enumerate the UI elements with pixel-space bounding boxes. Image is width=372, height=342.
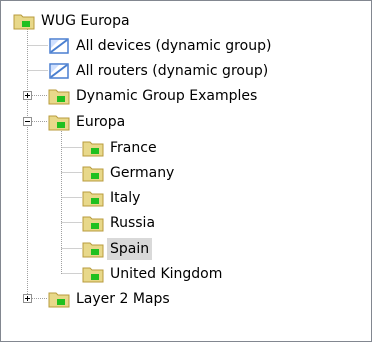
folder-icon xyxy=(82,191,104,207)
tree-item-all-devices[interactable]: All devices (dynamic group) xyxy=(48,34,274,58)
folder-icon xyxy=(82,267,104,283)
tree-item-dynamic-group-examples[interactable]: Dynamic Group Examples xyxy=(48,84,260,108)
tree-item-spain[interactable]: Spain xyxy=(82,237,153,261)
expand-layer-2-maps[interactable] xyxy=(23,294,32,303)
tree-item-label: All routers (dynamic group) xyxy=(76,63,269,79)
tree-item-label: WUG Europa xyxy=(41,13,130,29)
tree-item-all-routers[interactable]: All routers (dynamic group) xyxy=(48,59,271,83)
folder-icon xyxy=(82,141,104,157)
tree-item-germany[interactable]: Germany xyxy=(82,161,177,185)
expand-dynamic-group-examples[interactable] xyxy=(23,91,32,100)
tree-item-label: Europa xyxy=(76,114,126,130)
tree-item-label: Germany xyxy=(110,165,175,181)
tree-item-label: Layer 2 Maps xyxy=(76,291,170,307)
tree-item-label-selected: Spain xyxy=(107,238,153,260)
tree-item-label: Dynamic Group Examples xyxy=(76,88,258,104)
tree-item-wug-europa[interactable]: WUG Europa xyxy=(13,9,133,33)
folder-icon xyxy=(82,216,104,232)
folder-icon xyxy=(48,292,70,308)
folder-icon xyxy=(13,14,35,30)
folder-icon xyxy=(82,166,104,182)
tree-item-label: France xyxy=(110,140,157,156)
tree-item-label: Italy xyxy=(110,190,141,206)
folder-icon xyxy=(48,115,70,131)
tree-item-layer-2-maps[interactable]: Layer 2 Maps xyxy=(48,287,173,311)
tree-item-italy[interactable]: Italy xyxy=(82,186,143,210)
tree-item-france[interactable]: France xyxy=(82,136,160,160)
tree-item-label: All devices (dynamic group) xyxy=(76,38,272,54)
collapse-europa[interactable] xyxy=(23,117,32,126)
folder-icon xyxy=(48,89,70,105)
dynamic-group-icon xyxy=(49,38,69,54)
tree-item-label: United Kingdom xyxy=(110,266,223,282)
dynamic-group-icon xyxy=(49,63,69,79)
tree-item-label: Russia xyxy=(110,215,156,231)
device-tree[interactable]: WUG Europa All devices (dynamic group) A… xyxy=(0,0,372,342)
folder-icon xyxy=(82,242,104,258)
tree-item-united-kingdom[interactable]: United Kingdom xyxy=(82,262,225,286)
tree-item-europa[interactable]: Europa xyxy=(48,110,128,134)
tree-item-russia[interactable]: Russia xyxy=(82,211,158,235)
